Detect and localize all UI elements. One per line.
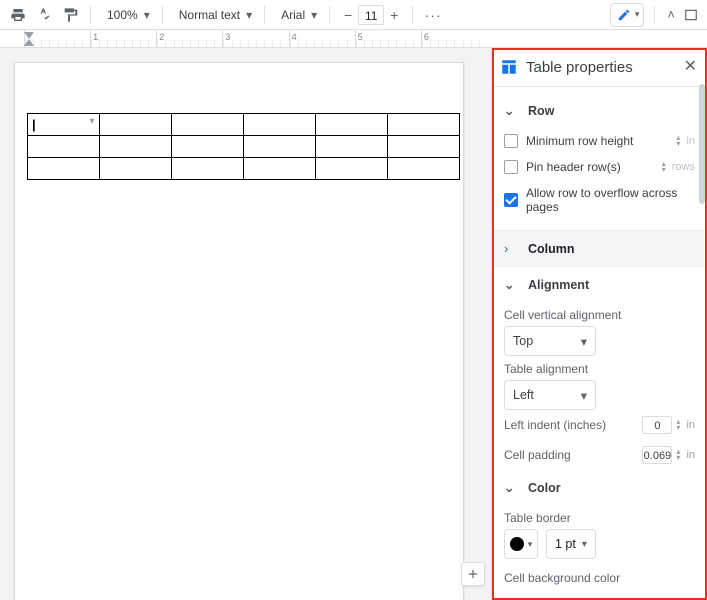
option-label: Minimum row height xyxy=(526,134,633,148)
chevron-right-icon: › xyxy=(504,241,518,256)
chevron-down-icon: ⌄ xyxy=(504,277,518,292)
document-table[interactable]: |▾ xyxy=(27,113,460,180)
chevron-down-icon: ⌄ xyxy=(504,480,518,495)
table-row xyxy=(28,158,460,180)
font-size-input[interactable]: 11 xyxy=(358,5,384,25)
left-indent-marker[interactable] xyxy=(24,39,34,46)
table-properties-panel: Table properties ✕ ⌄Row Minimum row heig… xyxy=(491,48,707,600)
left-indent-label: Left indent (inches) xyxy=(504,418,606,432)
border-width-select[interactable]: 1 pt▾ xyxy=(546,529,596,559)
font-size-decrease[interactable]: − xyxy=(338,7,358,23)
horizontal-ruler[interactable]: 1 2 3 4 5 6 xyxy=(0,30,707,48)
section-row-header[interactable]: ⌄Row xyxy=(504,93,695,128)
close-icon[interactable]: ✕ xyxy=(684,59,697,75)
cell-padding-label: Cell padding xyxy=(504,448,571,462)
table-icon xyxy=(500,58,518,76)
font-size-stepper[interactable]: − 11 + xyxy=(338,3,404,27)
page-container: |▾ xyxy=(0,48,491,600)
border-color-select[interactable]: ▾ xyxy=(504,529,538,559)
option-label: Allow row to overflow across pages xyxy=(526,186,695,214)
content-area: |▾ Table properties ✕ ⌄Row xyxy=(0,48,707,600)
paint-format-icon[interactable] xyxy=(58,3,82,27)
text-cursor: | xyxy=(32,117,36,132)
panel-title: Table properties xyxy=(526,59,684,76)
table-alignment-label: Table alignment xyxy=(504,362,695,376)
font-dropdown[interactable]: Arial▾ xyxy=(273,3,321,27)
cell-vertical-alignment-select[interactable]: Top▾ xyxy=(504,326,596,356)
chevron-down-icon: ▾ xyxy=(635,9,640,20)
cell-vertical-alignment-label: Cell vertical alignment xyxy=(504,308,695,322)
font-size-increase[interactable]: + xyxy=(384,7,404,23)
section-alignment-header[interactable]: ⌄Alignment xyxy=(504,267,695,302)
zoom-dropdown[interactable]: 100%▾ xyxy=(99,3,154,27)
panel-header: Table properties ✕ xyxy=(492,48,707,87)
chevron-down-icon: ⌄ xyxy=(504,103,518,118)
hide-menus-icon[interactable]: ˄ xyxy=(665,7,677,22)
cell-bg-color-label: Cell background color xyxy=(504,571,695,585)
section-column-header[interactable]: ›Column xyxy=(492,230,707,267)
min-row-height-option: Minimum row height ▴▾in xyxy=(504,128,695,154)
table-row: |▾ xyxy=(28,114,460,136)
min-row-height-checkbox[interactable] xyxy=(504,134,518,148)
pin-header-checkbox[interactable] xyxy=(504,160,518,174)
section-color-header[interactable]: ⌄Color xyxy=(504,470,695,505)
table-border-label: Table border xyxy=(504,511,695,525)
spellcheck-icon[interactable] xyxy=(32,3,56,27)
allow-overflow-checkbox[interactable] xyxy=(504,193,518,207)
print-icon[interactable] xyxy=(6,3,30,27)
min-row-height-stepper: ▴▾in xyxy=(676,135,695,147)
document-page[interactable]: |▾ xyxy=(14,62,464,600)
toolbar: 100%▾ Normal text▾ Arial▾ − 11 + ··· ▾ ˄ xyxy=(0,0,707,30)
editing-mode-button[interactable]: ▾ xyxy=(610,3,645,27)
table-row xyxy=(28,136,460,158)
toolbar-overflow[interactable]: ··· xyxy=(421,3,445,27)
paragraph-style-dropdown[interactable]: Normal text▾ xyxy=(171,3,256,27)
explore-button[interactable] xyxy=(461,562,485,586)
cell-padding-stepper[interactable]: 0.069▴▾in xyxy=(642,446,695,464)
first-line-indent-marker[interactable] xyxy=(24,32,34,39)
sidebar-toggle-icon[interactable] xyxy=(681,5,701,25)
pin-header-stepper: ▴▾rows xyxy=(662,161,695,173)
cell-dropdown-icon[interactable]: ▾ xyxy=(87,116,97,126)
allow-overflow-option: Allow row to overflow across pages xyxy=(504,180,695,220)
pin-header-option: Pin header row(s) ▴▾rows xyxy=(504,154,695,180)
option-label: Pin header row(s) xyxy=(526,160,621,174)
app-root: 100%▾ Normal text▾ Arial▾ − 11 + ··· ▾ ˄… xyxy=(0,0,707,600)
table-alignment-select[interactable]: Left▾ xyxy=(504,380,596,410)
left-indent-stepper[interactable]: 0▴▾in xyxy=(642,416,695,434)
panel-scrollbar[interactable] xyxy=(699,84,705,204)
